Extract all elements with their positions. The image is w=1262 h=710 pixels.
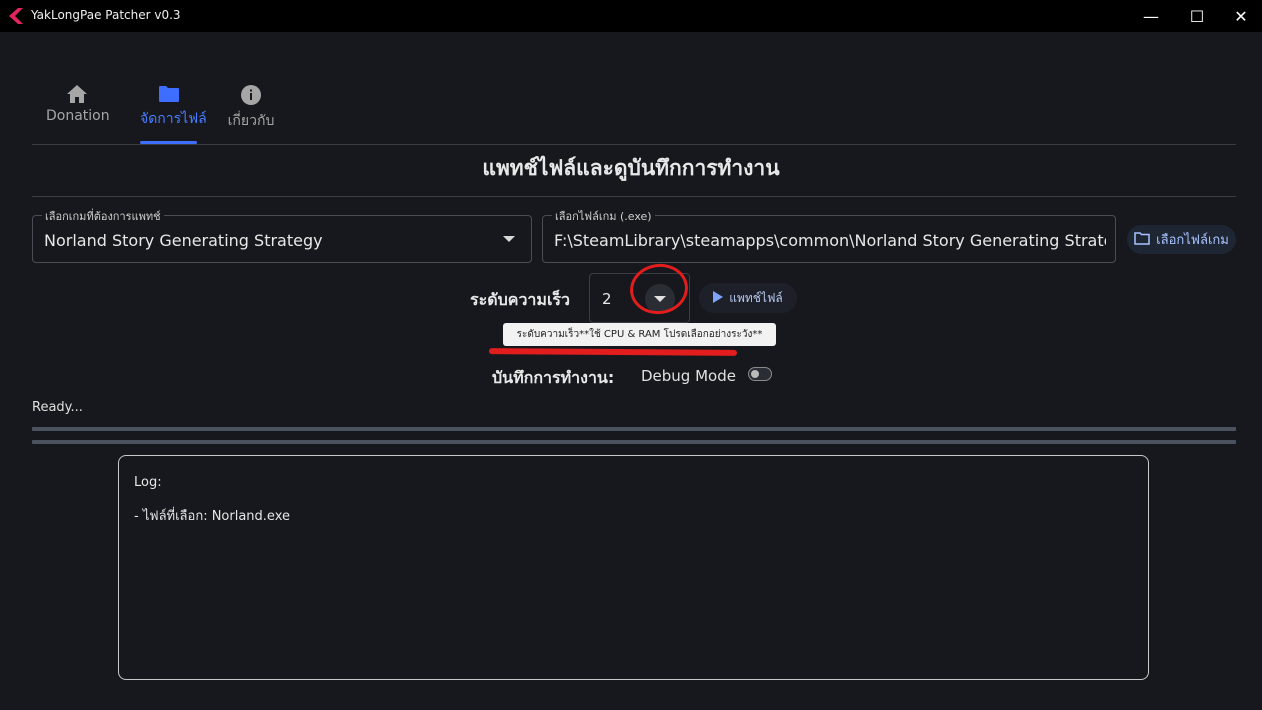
- home-icon: [46, 84, 108, 104]
- log-line: - ไฟล์ที่เลือก: Norland.exe: [134, 509, 290, 524]
- toggle-knob: [751, 370, 759, 378]
- folder-icon: [140, 84, 198, 104]
- status-text: Ready...: [32, 400, 83, 415]
- tab-label: Donation: [46, 108, 110, 124]
- tab-label: จัดการไฟล์: [140, 111, 207, 127]
- game-path-label: เลือกไฟล์เกม (.exe): [552, 207, 655, 225]
- speed-tooltip: ระดับความเร็ว**ใช้ CPU & RAM โปรดเลือกอย…: [503, 323, 776, 346]
- app-logo-icon: [9, 8, 23, 28]
- debug-mode-toggle[interactable]: [748, 367, 772, 381]
- patch-button[interactable]: แพทช์ไฟล์: [699, 283, 797, 313]
- page-title: แพทช์ไฟล์และดูบันทึกการทำงาน: [482, 156, 780, 180]
- play-icon: [713, 290, 724, 306]
- progress-bar: [32, 427, 1236, 431]
- window-title: YakLongPae Patcher v0.3: [31, 8, 181, 22]
- close-button[interactable]: ✕: [1218, 0, 1262, 32]
- game-path-value: F:\SteamLibrary\steamapps\common\Norland…: [554, 231, 1106, 250]
- speed-value: 2: [602, 290, 612, 308]
- game-path-field[interactable]: เลือกไฟล์เกม (.exe) F:\SteamLibrary\stea…: [542, 207, 1116, 263]
- log-box[interactable]: Log: - ไฟล์ที่เลือก: Norland.exe: [118, 455, 1149, 680]
- tab-label: เกี่ยวกับ: [227, 113, 275, 129]
- game-select[interactable]: เลือกเกมที่ต้องการแพทช์ Norland Story Ge…: [32, 207, 532, 263]
- game-select-value: Norland Story Generating Strategy: [44, 231, 323, 250]
- debug-mode-label: Debug Mode: [641, 367, 736, 385]
- minimize-button[interactable]: —: [1128, 0, 1174, 32]
- patch-button-label: แพทช์ไฟล์: [729, 290, 783, 305]
- folder-open-icon: [1134, 231, 1150, 249]
- title-bar: YakLongPae Patcher v0.3 — ☐ ✕: [0, 0, 1262, 32]
- choose-file-button[interactable]: เลือกไฟล์เกม: [1127, 225, 1236, 254]
- log-label: บันทึกการทำงาน:: [492, 368, 615, 387]
- annotation-underline: [488, 348, 738, 356]
- choose-file-label: เลือกไฟล์เกม: [1156, 233, 1229, 248]
- game-select-label: เลือกเกมที่ต้องการแพทช์: [42, 207, 164, 225]
- divider: [32, 144, 1236, 145]
- log-title: Log:: [134, 475, 162, 490]
- speed-label: ระดับความเร็ว: [470, 290, 570, 309]
- chevron-down-icon[interactable]: [503, 236, 515, 242]
- separator-bar: [32, 440, 1236, 444]
- tab-donation[interactable]: Donation: [46, 84, 110, 124]
- info-icon: [226, 84, 276, 106]
- tab-files[interactable]: จัดการไฟล์: [140, 84, 207, 130]
- divider: [32, 196, 1236, 197]
- maximize-button[interactable]: ☐: [1174, 0, 1220, 32]
- tab-about[interactable]: เกี่ยวกับ: [226, 84, 276, 132]
